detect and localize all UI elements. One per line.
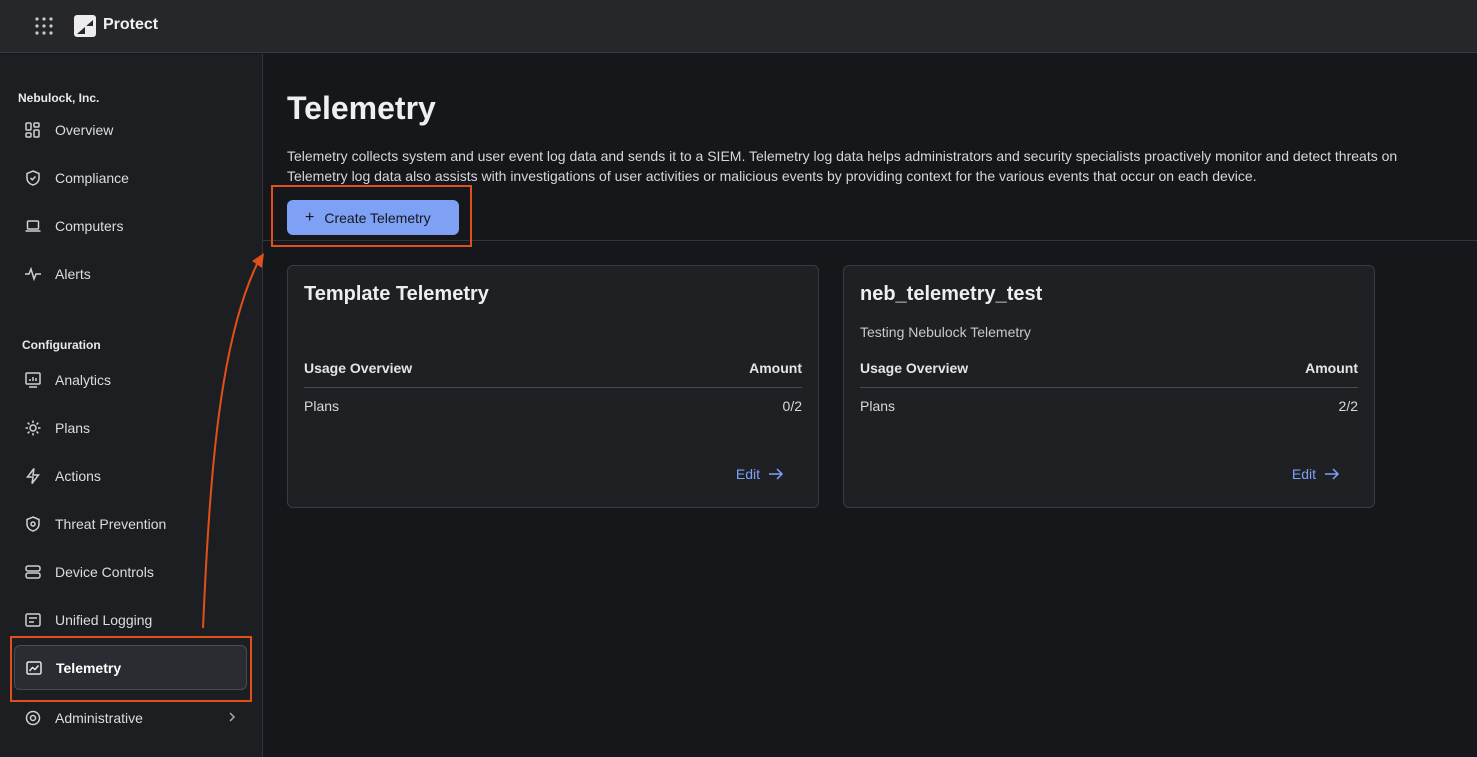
org-name: Nebulock, Inc. xyxy=(18,91,100,105)
column-usage-overview: Usage Overview xyxy=(304,360,413,376)
card-subtitle: Testing Nebulock Telemetry xyxy=(860,324,1031,340)
sidebar-item-overview[interactable]: Overview xyxy=(14,108,247,152)
sidebar-item-administrative[interactable]: Administrative xyxy=(14,696,247,740)
protect-logo xyxy=(74,15,96,37)
page-description: Telemetry collects system and user event… xyxy=(287,146,1477,186)
main-content: Telemetry Telemetry collects system and … xyxy=(263,54,1477,757)
gear-icon xyxy=(23,418,43,438)
edit-link[interactable]: Edit xyxy=(736,466,784,482)
table-row: Plans 2/2 xyxy=(860,398,1358,418)
app-title: Protect xyxy=(103,16,159,33)
analytics-icon xyxy=(23,370,43,390)
sidebar-item-alerts[interactable]: Alerts xyxy=(14,252,247,296)
row-value: 2/2 xyxy=(1338,398,1358,414)
sidebar-item-label: Overview xyxy=(55,122,114,138)
edit-label: Edit xyxy=(1291,466,1316,482)
sidebar-item-actions[interactable]: Actions xyxy=(14,454,247,498)
storage-icon xyxy=(23,562,43,582)
column-amount: Amount xyxy=(1305,360,1358,376)
column-amount: Amount xyxy=(749,360,802,376)
sidebar-item-unified-logging[interactable]: Unified Logging xyxy=(14,598,247,642)
grid-icon[interactable] xyxy=(34,16,54,36)
column-usage-overview: Usage Overview xyxy=(860,360,969,376)
description-line-2: Telemetry log data also assists with inv… xyxy=(287,168,1257,184)
page-title: Telemetry xyxy=(287,90,436,126)
row-value: 0/2 xyxy=(782,398,802,414)
sidebar-item-label: Compliance xyxy=(55,170,129,186)
settings-icon xyxy=(23,708,43,728)
create-telemetry-label: Create Telemetry xyxy=(324,209,431,226)
lightning-icon xyxy=(23,466,43,486)
sidebar-item-label: Alerts xyxy=(55,266,91,282)
table-header: Usage Overview Amount xyxy=(304,360,802,388)
logging-icon xyxy=(23,610,43,630)
table-header: Usage Overview Amount xyxy=(860,360,1358,388)
sidebar-item-label: Telemetry xyxy=(56,659,122,676)
sidebar-item-analytics[interactable]: Analytics xyxy=(14,358,247,402)
pulse-icon xyxy=(23,264,43,284)
description-line-1: Telemetry collects system and user event… xyxy=(287,148,1398,164)
row-label: Plans xyxy=(860,398,896,414)
sidebar: Nebulock, Inc. Overview Compliance Compu… xyxy=(0,54,263,757)
shield-icon xyxy=(23,514,43,534)
sidebar-item-plans[interactable]: Plans xyxy=(14,406,247,450)
row-label: Plans xyxy=(304,398,340,414)
sidebar-item-computers[interactable]: Computers xyxy=(14,204,247,248)
sidebar-item-label: Analytics xyxy=(55,372,112,388)
arrow-right-icon xyxy=(769,468,784,480)
plus-icon: + xyxy=(305,208,315,226)
sidebar-item-label: Device Controls xyxy=(55,564,154,580)
divider xyxy=(263,240,1477,241)
shield-check-icon xyxy=(23,168,43,188)
top-bar: Protect xyxy=(0,0,1477,53)
telemetry-card: Template Telemetry Usage Overview Amount… xyxy=(287,265,819,508)
telemetry-card: neb_telemetry_test Testing Nebulock Tele… xyxy=(843,265,1375,508)
sidebar-item-threat-prevention[interactable]: Threat Prevention xyxy=(14,502,247,546)
sidebar-item-compliance[interactable]: Compliance xyxy=(14,156,247,200)
sidebar-item-device-controls[interactable]: Device Controls xyxy=(14,550,247,594)
table-row: Plans 0/2 xyxy=(304,398,802,418)
card-title: Template Telemetry xyxy=(304,283,489,305)
chevron-right-icon xyxy=(227,710,237,726)
sidebar-item-label: Plans xyxy=(55,420,91,436)
edit-link[interactable]: Edit xyxy=(1292,466,1340,482)
sidebar-item-label: Actions xyxy=(55,468,101,484)
telemetry-icon xyxy=(24,658,44,678)
sidebar-item-label: Threat Prevention xyxy=(55,516,167,532)
sidebar-item-label: Unified Logging xyxy=(55,612,153,628)
card-title: neb_telemetry_test xyxy=(860,283,1043,305)
edit-label: Edit xyxy=(735,466,760,482)
overview-icon xyxy=(23,120,43,140)
sidebar-item-telemetry[interactable]: Telemetry xyxy=(14,645,247,690)
section-configuration: Configuration xyxy=(22,338,101,352)
laptop-icon xyxy=(23,216,43,236)
arrow-right-icon xyxy=(1325,468,1340,480)
create-telemetry-button[interactable]: + Create Telemetry xyxy=(287,200,459,235)
sidebar-item-label: Administrative xyxy=(55,710,143,726)
sidebar-item-label: Computers xyxy=(55,218,124,234)
